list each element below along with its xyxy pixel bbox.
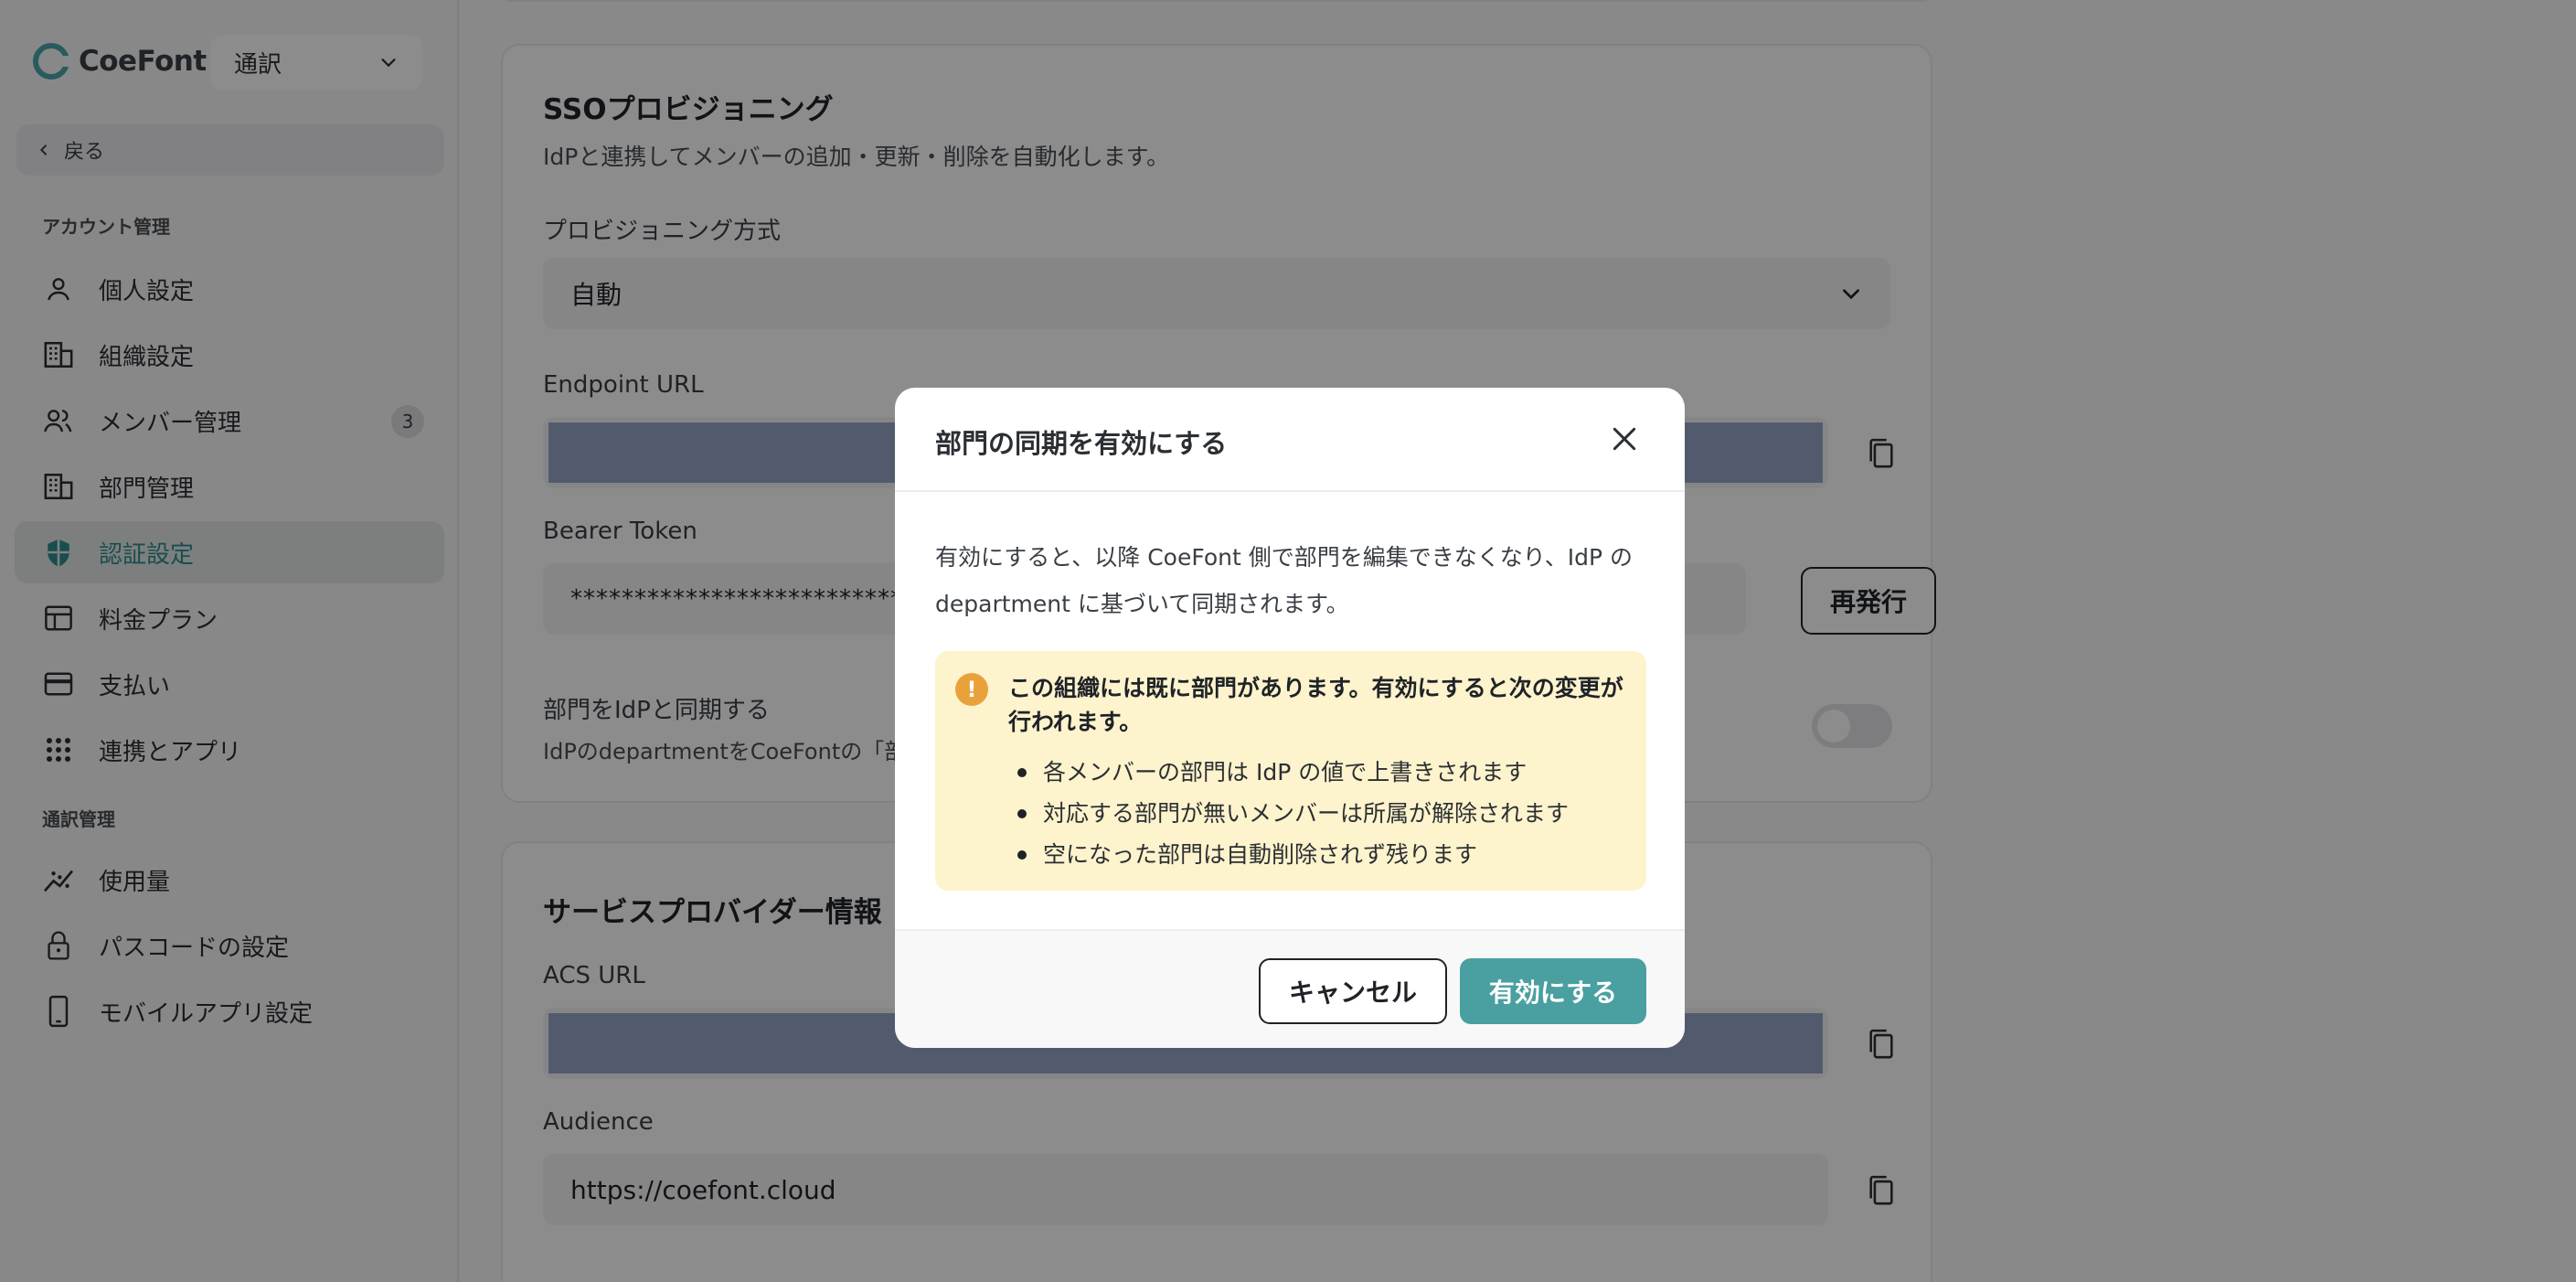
list-item: 対応する部門が無いメンバーは所属が解除されます xyxy=(1017,793,1569,834)
enable-button[interactable]: 有効にする xyxy=(1460,958,1646,1024)
warning-list: 各メンバーの部門は IdP の値で上書きされます 対応する部門が無いメンバーは所… xyxy=(1017,752,1569,875)
modal-body-text: 有効にすると、以降 CoeFont 側で部門を編集できなくなり、IdP の de… xyxy=(935,544,1633,617)
list-item: 各メンバーの部門は IdP の値で上書きされます xyxy=(1017,752,1569,793)
warning-icon: ! xyxy=(955,673,988,706)
modal-footer: キャンセル 有効にする xyxy=(895,929,1685,1048)
modal-title: 部門の同期を有効にする xyxy=(935,428,1228,459)
list-item: 空になった部門は自動削除されず残ります xyxy=(1017,834,1569,875)
cancel-button[interactable]: キャンセル xyxy=(1259,958,1447,1024)
close-icon[interactable] xyxy=(1610,424,1639,454)
enable-department-sync-dialog: 部門の同期を有効にする 有効にすると、以降 CoeFont 側で部門を編集できな… xyxy=(895,388,1685,1048)
warning-title: この組織には既に部門があります。有効にすると次の変更が行われます。 xyxy=(1008,675,1623,735)
warning-callout: ! この組織には既に部門があります。有効にすると次の変更が行われます。 各メンバ… xyxy=(935,651,1646,891)
modal-header: 部門の同期を有効にする xyxy=(895,388,1685,492)
